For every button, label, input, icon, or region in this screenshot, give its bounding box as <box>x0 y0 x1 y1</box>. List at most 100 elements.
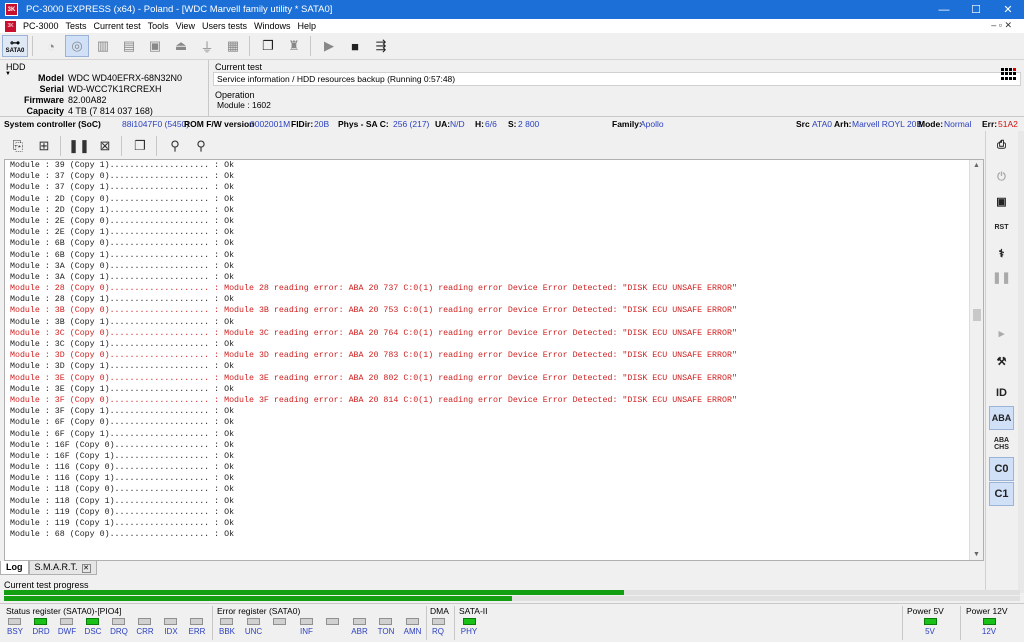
close-tab-icon[interactable]: ✕ <box>81 564 91 573</box>
pcb-icon[interactable]: ⏏ <box>169 35 193 57</box>
log-line: Module : 37 (Copy 0)....................… <box>10 172 235 182</box>
copy-windows-icon[interactable]: ❐ <box>256 35 280 57</box>
log-line: Module : 16F (Copy 0)...................… <box>10 440 235 450</box>
scroll-down-icon[interactable]: ▼ <box>973 551 980 558</box>
close-button[interactable]: ✕ <box>992 0 1024 19</box>
id-button[interactable]: ID <box>989 381 1014 405</box>
find-icon[interactable]: ⚲ <box>163 135 187 157</box>
log-line: Module : 39 (Copy 1)....................… <box>10 161 235 170</box>
menu-windows[interactable]: Windows <box>254 21 291 31</box>
firmware-value: 82.00A82 <box>68 95 107 105</box>
status-grid-icon[interactable] <box>1001 68 1016 80</box>
log-output[interactable]: Module : 39 (Copy 1)....................… <box>4 159 984 561</box>
right-tool-panel: ⎙ ⏻ ▣ RST ⚕ ❚❚ ▸ ⚒ ID ABA ABA CHS C0 C1 <box>985 131 1024 593</box>
fidir-value: 20B <box>314 119 330 129</box>
scroll-up-icon[interactable]: ▲ <box>973 162 980 169</box>
minimize-button[interactable]: — <box>928 0 960 19</box>
ua-label: UA: <box>435 119 451 129</box>
menu-view[interactable]: View <box>176 21 195 31</box>
log-line: Module : 3B (Copy 1)....................… <box>10 317 235 327</box>
defects-icon[interactable]: ▣ <box>143 35 167 57</box>
sata-port-button[interactable]: ⊶ SATA0 <box>2 35 28 57</box>
log-line: Module : 28 (Copy 1)....................… <box>10 295 235 305</box>
power-cycle-icon[interactable]: ⏻ <box>989 165 1014 189</box>
resources-icon[interactable]: ⏚ <box>195 35 219 57</box>
log-open-icon[interactable]: ⎘ <box>6 135 30 157</box>
log-save-icon[interactable]: ⊞ <box>32 135 56 157</box>
app-icon: 3K <box>5 3 18 16</box>
log-scrollbar[interactable]: ▲ ▼ <box>969 160 983 560</box>
led-label: BBK <box>218 627 235 636</box>
log-line: Module : 2D (Copy 1)....................… <box>10 205 235 215</box>
s-value: 2 800 <box>518 119 540 129</box>
play-icon[interactable]: ▶ <box>317 35 341 57</box>
console-icon[interactable]: ⎙ <box>989 133 1014 157</box>
log-line: Module : 116 (Copy 1)...................… <box>10 474 235 484</box>
main-toolbar: ⊶ SATA0 ◔ ◎ ▥ ▤ ▣ ⏏ ⏚ ▦ ❐ ♜ ▶ ■ ⇶ <box>0 33 1024 60</box>
led-drq <box>112 618 125 625</box>
app-menu-icon[interactable]: 3K <box>5 20 16 32</box>
phys-label: Phys - SA C: <box>338 119 389 129</box>
head-map-icon[interactable]: ▤ <box>117 35 141 57</box>
current-test-label: Current test <box>215 62 263 72</box>
maximize-button[interactable]: ☐ <box>960 0 992 19</box>
mdi-controls[interactable]: – ▫ ✕ <box>991 20 1012 31</box>
scroll-thumb[interactable] <box>973 309 981 321</box>
probe-icon[interactable]: ⚕ <box>989 241 1014 265</box>
soc-label: System controller (SoC) <box>4 119 101 129</box>
tab-smart[interactable]: S.M.A.R.T. ✕ <box>28 561 97 575</box>
log-line: Module : 118 (Copy 1)...................… <box>10 496 235 506</box>
board-icon[interactable]: ▣ <box>989 189 1014 213</box>
menu-tools[interactable]: Tools <box>148 21 169 31</box>
h-value: 6/6 <box>485 119 497 129</box>
led-label: ERR <box>188 627 206 636</box>
fidir-label: FIDir: <box>291 119 314 129</box>
menu-users-tests[interactable]: Users tests <box>202 21 247 31</box>
title-bar: 3K PC-3000 EXPRESS (x64) - Poland - [WDC… <box>0 0 1024 19</box>
user-tool-icon[interactable]: ♜ <box>282 35 306 57</box>
log-line: Module : 3A (Copy 1)....................… <box>10 272 235 282</box>
c1-button[interactable]: C1 <box>989 482 1014 506</box>
register-panel: Status register (SATA0)-[PIO4] BSY DRD DWF… <box>0 603 1024 642</box>
grid-icon[interactable]: ▦ <box>221 35 245 57</box>
menu-pc3000[interactable]: PC-3000 <box>23 21 59 31</box>
log-line: Module : 119 (Copy 1)...................… <box>10 519 235 528</box>
log-line: Module : 37 (Copy 1)....................… <box>10 183 235 193</box>
err-value: 51A2 <box>998 119 1018 129</box>
family-value: Apollo <box>640 119 664 129</box>
tab-log[interactable]: Log <box>0 561 29 575</box>
reset-icon[interactable]: RST <box>989 215 1014 239</box>
tools-icon[interactable]: ⚒ <box>989 349 1014 373</box>
log-line: Module : 119 (Copy 0)...................… <box>10 507 235 517</box>
copy-icon[interactable]: ❐ <box>128 135 152 157</box>
c0-button[interactable]: C0 <box>989 457 1014 481</box>
soc-value: 88i1047F0 (5450) <box>122 119 190 129</box>
log-line: Module : 6B (Copy 0)....................… <box>10 239 235 249</box>
pause-gray-icon[interactable]: ❚❚ <box>989 265 1014 289</box>
log-clear-icon[interactable]: ⊠ <box>93 135 117 157</box>
serial-row: Serial WD-WCC7K1RCREXH <box>39 84 162 94</box>
aba-chs-button[interactable]: ABA CHS <box>989 432 1014 456</box>
collapse-arrow-icon[interactable]: ▸ <box>989 321 1014 345</box>
bottom-tabs: Log S.M.A.R.T. ✕ <box>0 561 985 575</box>
find-next-icon[interactable]: ⚲ <box>189 135 213 157</box>
disk-info-icon[interactable]: ◎ <box>65 35 89 57</box>
menu-tests[interactable]: Tests <box>66 21 87 31</box>
menu-help[interactable]: Help <box>297 21 316 31</box>
led-abr <box>352 618 366 625</box>
model-value: WDC WD40EFRX-68N32N0 <box>68 73 183 83</box>
right-panel-scrollbar[interactable] <box>1018 131 1024 593</box>
window-title: PC-3000 EXPRESS (x64) - Poland - [WDC Ma… <box>26 4 333 15</box>
error-register-label: Error register (SATA0) <box>217 606 301 616</box>
capacity-value: 4 TB (7 814 037 168) <box>68 106 153 116</box>
led-bbk <box>220 618 233 625</box>
log-export-icon[interactable]: ⇶ <box>369 35 393 57</box>
pause-icon[interactable]: ❚❚ <box>67 135 91 157</box>
log-line: Module : 2D (Copy 0)....................… <box>10 194 235 204</box>
memory-icon[interactable]: ▥ <box>91 35 115 57</box>
hdd-detect-icon[interactable]: ◔ <box>39 35 63 57</box>
log-line: Module : 6B (Copy 1)....................… <box>10 250 235 260</box>
menu-current-test[interactable]: Current test <box>94 21 141 31</box>
aba-button[interactable]: ABA <box>989 406 1014 430</box>
stop-icon[interactable]: ■ <box>343 35 367 57</box>
